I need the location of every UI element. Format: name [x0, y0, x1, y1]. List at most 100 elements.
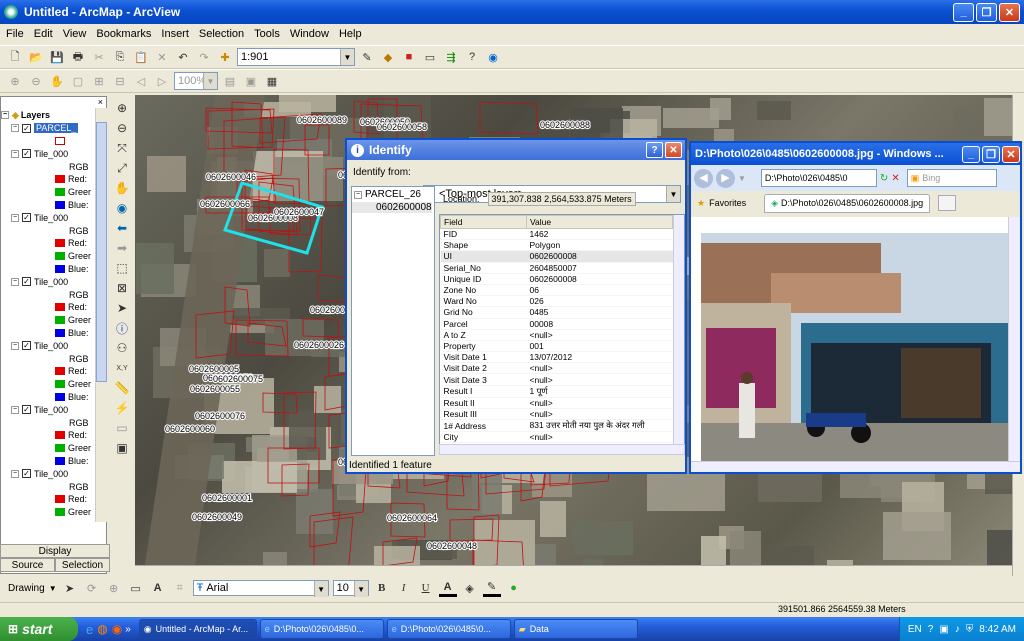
zoom-in-icon[interactable]: ⊕ — [113, 99, 131, 117]
quick-launch-ie-icon[interactable]: e — [86, 622, 93, 637]
tab-display[interactable]: Display — [0, 544, 110, 558]
layer-checkbox[interactable]: ✓ — [22, 405, 31, 415]
photo-scrollbar[interactable] — [1008, 217, 1020, 461]
zoom-out-page-icon[interactable]: ⊖ — [27, 72, 45, 90]
menu-insert[interactable]: Insert — [161, 28, 189, 40]
attribute-row[interactable]: Visit Date 2 <null> — [440, 362, 673, 375]
editor-toolbar-icon[interactable]: ✎ — [358, 48, 376, 66]
drawing-menu[interactable]: Drawing — [8, 583, 45, 594]
attribute-row[interactable]: A to Z <null> — [440, 329, 673, 341]
toc-row[interactable]: − ✓ Tile_000 — [1, 211, 106, 224]
pan-icon[interactable]: ✋ — [113, 179, 131, 197]
layer-checkbox[interactable]: ✓ — [22, 149, 31, 159]
toc-row[interactable]: Red: — [1, 173, 106, 186]
select-features-icon[interactable]: ⬚ — [113, 259, 131, 277]
stop-icon[interactable]: ✕ — [891, 173, 899, 184]
help-tray-icon[interactable]: ? — [928, 624, 934, 635]
toc-row[interactable]: Blue: — [1, 391, 106, 404]
browser-tab[interactable]: ◈ D:\Photo\026\0485\0602600008.jpg — [764, 193, 931, 213]
toc-row[interactable]: Greer — [1, 378, 106, 391]
fixed-zoom-out-icon[interactable]: ⤢ — [113, 159, 131, 177]
attribute-row[interactable]: Shape Polygon — [440, 239, 673, 252]
collapse-icon[interactable]: − — [11, 124, 19, 133]
attribute-row[interactable]: Zone No 06 — [440, 284, 673, 297]
layer-checkbox[interactable]: ✓ — [22, 213, 31, 223]
back-icon[interactable]: ◀ — [694, 168, 713, 188]
toc-row[interactable]: RGB — [1, 416, 106, 429]
minimize-button[interactable]: _ — [953, 2, 974, 22]
tree-layer-node[interactable]: − PARCEL_26 — [352, 187, 434, 202]
toc-row[interactable]: Greer — [1, 186, 106, 199]
copy-icon[interactable]: ⎘ — [111, 48, 129, 66]
toc-close-icon[interactable]: × — [1, 97, 106, 109]
toc-row[interactable]: Blue: — [1, 327, 106, 340]
attribute-row[interactable]: Result II <null> — [440, 397, 673, 409]
underline-button[interactable]: U — [417, 579, 435, 597]
toc-row[interactable]: Greer — [1, 250, 106, 263]
favorites-button[interactable]: Favorites — [709, 198, 746, 208]
collapse-icon[interactable]: − — [11, 213, 19, 222]
toc-row[interactable]: Greer — [1, 506, 106, 519]
toc-row[interactable]: Blue: — [1, 263, 106, 276]
map-scale-combo[interactable]: 1:901 ▼ — [237, 48, 355, 66]
toc-row[interactable]: − ✓ Tile_000 — [1, 403, 106, 416]
add-data-icon[interactable]: ✚ — [216, 48, 234, 66]
menu-help[interactable]: Help — [339, 28, 362, 40]
photo-restore-button[interactable]: ❐ — [982, 145, 1000, 163]
toc-row[interactable]: − ✓ PARCEL_ — [1, 122, 106, 135]
task-data-folder[interactable]: ▰ Data — [513, 619, 638, 639]
save-icon[interactable]: 💾 — [48, 48, 66, 66]
delete-icon[interactable]: ✕ — [153, 48, 171, 66]
chevron-down-icon[interactable]: ▼ — [738, 174, 746, 183]
paste-icon[interactable]: 📋 — [132, 48, 150, 66]
toc-scrollbar[interactable] — [95, 108, 107, 522]
new-tab-button[interactable] — [938, 195, 957, 211]
toc-row[interactable]: RGB — [1, 480, 106, 493]
whats-this-help-icon[interactable]: ? — [463, 48, 481, 66]
collapse-icon[interactable]: − — [354, 190, 362, 199]
print-icon[interactable]: 🖶 — [69, 48, 87, 66]
line-color-icon[interactable]: ✎ — [482, 579, 501, 597]
italic-button[interactable]: I — [395, 579, 413, 597]
forward-arrow-icon[interactable]: ➡ — [113, 239, 131, 257]
identify-close-button[interactable]: ✕ — [665, 142, 682, 158]
menu-selection[interactable]: Selection — [199, 28, 244, 40]
chevron-down-icon[interactable]: ▼ — [353, 581, 368, 597]
photo-horizontal-scrollbar[interactable] — [691, 461, 1020, 472]
toggle-draft-mode-icon[interactable]: ▤ — [221, 72, 239, 90]
bold-button[interactable]: B — [373, 579, 391, 597]
model-builder-icon[interactable]: ⇶ — [442, 48, 460, 66]
volume-tray-icon[interactable]: ♪ — [955, 624, 960, 635]
chevron-down-icon[interactable]: ▼ — [313, 581, 328, 597]
menu-file[interactable]: File — [6, 28, 24, 40]
task-arcmap[interactable]: ◉ Untitled - ArcMap - Ar... — [138, 619, 257, 639]
undo-icon[interactable]: ↶ — [174, 48, 192, 66]
collapse-icon[interactable]: − — [11, 469, 19, 478]
toc-row[interactable]: Red: — [1, 365, 106, 378]
task-photo-1[interactable]: e D:\Photo\026\0485\0... — [259, 619, 384, 639]
command-line-icon[interactable]: ▭ — [421, 48, 439, 66]
col-value-header[interactable]: Value — [526, 215, 673, 229]
toc-row[interactable]: − ✓ Tile_000 — [1, 147, 106, 160]
attribute-row[interactable]: Grid No 0485 — [440, 306, 673, 319]
attribute-row[interactable]: Ward No 026 — [440, 295, 673, 308]
toc-row[interactable]: Blue: — [1, 455, 106, 468]
toc-row[interactable]: RGB — [1, 224, 106, 237]
tab-selection[interactable]: Selection — [55, 558, 110, 572]
rotate-icon[interactable]: ⟳ — [83, 579, 101, 597]
edit-vertices-icon[interactable]: ⌗ — [171, 579, 189, 597]
toc-root[interactable]: − ◈ Layers — [1, 109, 106, 122]
attribute-row[interactable]: Visit Date 3 <null> — [440, 373, 673, 386]
new-document-icon[interactable]: 🗋 — [6, 48, 24, 66]
toc-row[interactable]: Greer — [1, 442, 106, 455]
zoom-whole-page-icon[interactable]: ▢ — [69, 72, 87, 90]
arctoolbox-icon[interactable]: ■ — [400, 48, 418, 66]
toc-scroll-thumb[interactable] — [96, 122, 107, 382]
layer-checkbox[interactable]: ✓ — [22, 469, 31, 479]
menu-window[interactable]: Window — [290, 28, 329, 40]
menu-edit[interactable]: Edit — [34, 28, 53, 40]
task-photo-2[interactable]: e D:\Photo\026\0485\0... — [386, 619, 511, 639]
start-button[interactable]: ⊞ start — [0, 617, 78, 641]
collapse-icon[interactable]: − — [11, 405, 19, 414]
tree-feature-node[interactable]: 0602600008 — [352, 202, 432, 213]
